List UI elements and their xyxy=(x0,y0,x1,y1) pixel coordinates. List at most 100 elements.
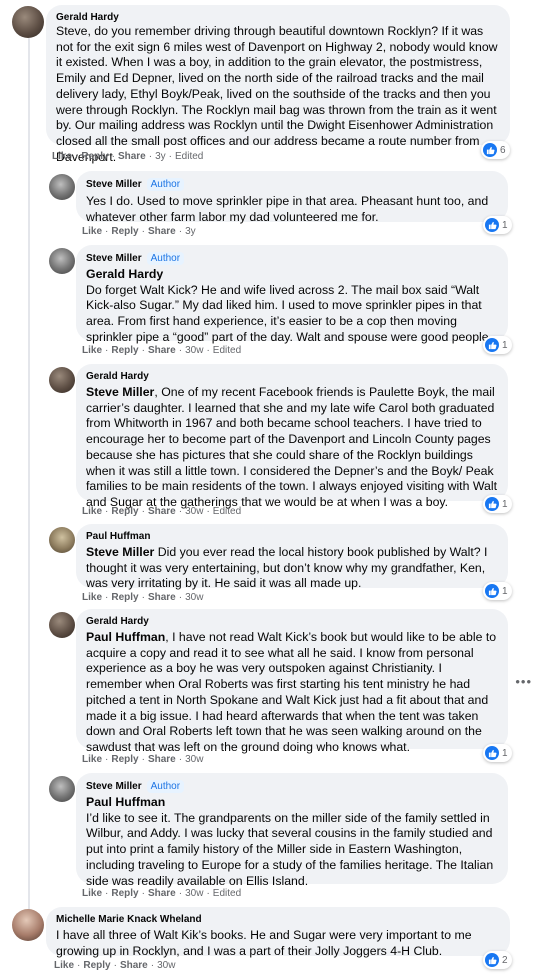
comment-bubble: Gerald Hardy Steve Miller, One of my rec… xyxy=(76,364,508,509)
comment-actions: Like · Reply · Share · 3y · Edited xyxy=(52,151,204,162)
author-badge: Author xyxy=(146,178,185,191)
reply-button[interactable]: Reply xyxy=(111,226,138,237)
timestamp[interactable]: 30w xyxy=(185,888,203,899)
reaction-count[interactable]: 1 xyxy=(483,582,512,600)
share-button[interactable]: Share xyxy=(118,151,146,162)
timestamp[interactable]: 30w xyxy=(185,754,203,765)
timestamp[interactable]: 30w xyxy=(185,506,203,517)
thumbs-up-icon xyxy=(485,746,499,760)
comment-bubble: Michelle Marie Knack Wheland I have all … xyxy=(46,907,510,958)
edited-label[interactable]: Edited xyxy=(213,506,241,517)
comment-author[interactable]: Steve Miller Author xyxy=(86,780,498,793)
avatar[interactable] xyxy=(49,174,75,200)
reply-button[interactable]: Reply xyxy=(111,345,138,356)
comment-text: Do forget Walt Kick? He and wife lived a… xyxy=(86,282,493,344)
reaction-count[interactable]: 6 xyxy=(481,141,510,159)
comment-author[interactable]: Gerald Hardy xyxy=(56,12,500,24)
timestamp[interactable]: 3y xyxy=(155,151,166,162)
thumbs-up-icon xyxy=(485,953,499,967)
author-badge: Author xyxy=(146,780,185,793)
comment-text: Steve Miller, One of my recent Facebook … xyxy=(86,385,497,509)
like-button[interactable]: Like xyxy=(52,151,72,162)
reply-button[interactable]: Reply xyxy=(83,960,110,971)
comment-actions: Like · Reply · Share · 30w · Edited xyxy=(82,888,242,899)
comment-author[interactable]: Michelle Marie Knack Wheland xyxy=(56,914,500,926)
avatar[interactable] xyxy=(12,909,44,941)
share-button[interactable]: Share xyxy=(148,592,176,603)
comment-bubble: Steve Miller Author Yes I do. Used to mov… xyxy=(76,171,508,224)
thumbs-up-icon xyxy=(485,218,499,232)
comment-bubble: Gerald Hardy Steve, do you remember driv… xyxy=(46,5,510,164)
avatar[interactable] xyxy=(49,367,75,393)
reaction-count[interactable]: 1 xyxy=(483,336,512,354)
thumbs-up-icon xyxy=(485,584,499,598)
mention-tag[interactable]: Gerald Hardy xyxy=(86,267,498,283)
comment-text: I’d like to see it. The grandparents on … xyxy=(86,810,494,888)
comment-author[interactable]: Gerald Hardy xyxy=(86,371,498,383)
comment-bubble: Steve Miller Author Gerald Hardy Do forge… xyxy=(76,245,508,344)
comment-bubble: Paul Huffman Steve Miller Did you ever r… xyxy=(76,524,508,590)
comment-text: I have all three of Walt Kik’s books. He… xyxy=(56,928,472,958)
like-button[interactable]: Like xyxy=(82,345,102,356)
reply-button[interactable]: Reply xyxy=(111,506,138,517)
reply-button[interactable]: Reply xyxy=(111,754,138,765)
mention-tag[interactable]: Paul Huffman xyxy=(86,630,165,644)
reaction-count[interactable]: 1 xyxy=(483,744,512,762)
thumbs-up-icon xyxy=(483,143,497,157)
like-button[interactable]: Like xyxy=(82,226,102,237)
avatar[interactable] xyxy=(12,6,44,38)
thumbs-up-icon xyxy=(485,497,499,511)
reaction-count[interactable]: 2 xyxy=(483,951,512,969)
edited-label[interactable]: Edited xyxy=(213,888,241,899)
avatar[interactable] xyxy=(49,527,75,553)
avatar[interactable] xyxy=(49,612,75,638)
reaction-count[interactable]: 1 xyxy=(483,495,512,513)
mention-tag[interactable]: Paul Huffman xyxy=(86,795,498,811)
comment-author[interactable]: Steve Miller Author xyxy=(86,252,498,265)
thumbs-up-icon xyxy=(485,338,499,352)
author-badge: Author xyxy=(146,252,185,265)
comment-text: Steve Miller Did you ever read the local… xyxy=(86,545,488,591)
comment-author[interactable]: Gerald Hardy xyxy=(86,616,498,628)
avatar[interactable] xyxy=(49,248,75,274)
comment-author[interactable]: Steve Miller Author xyxy=(86,178,498,191)
comment-actions: Like · Reply · Share · 30w xyxy=(82,592,204,603)
comment-actions: Like · Reply · Share · 3y xyxy=(82,226,196,237)
reply-button[interactable]: Reply xyxy=(111,592,138,603)
reply-button[interactable]: Reply xyxy=(111,888,138,899)
edited-label[interactable]: Edited xyxy=(175,151,203,162)
like-button[interactable]: Like xyxy=(82,888,102,899)
comment-actions: Like · Reply · Share · 30w xyxy=(82,754,204,765)
timestamp[interactable]: 30w xyxy=(157,960,175,971)
comment-text: Steve, do you remember driving through b… xyxy=(56,24,498,164)
comment-actions: Like · Reply · Share · 30w · Edited xyxy=(82,345,242,356)
timestamp[interactable]: 30w xyxy=(185,345,203,356)
share-button[interactable]: Share xyxy=(120,960,148,971)
comment-text: Paul Huffman, I have not read Walt Kick’… xyxy=(86,630,497,754)
mention-tag[interactable]: Steve Miller xyxy=(86,545,154,559)
share-button[interactable]: Share xyxy=(148,754,176,765)
comment-text: Yes I do. Used to move sprinkler pipe in… xyxy=(86,194,489,224)
like-button[interactable]: Like xyxy=(82,506,102,517)
reaction-count[interactable]: 1 xyxy=(483,216,512,234)
timestamp[interactable]: 30w xyxy=(185,592,203,603)
comment-bubble: Gerald Hardy Paul Huffman, I have not re… xyxy=(76,609,508,754)
share-button[interactable]: Share xyxy=(148,506,176,517)
like-button[interactable]: Like xyxy=(82,754,102,765)
more-options-icon[interactable]: ••• xyxy=(515,674,532,689)
timestamp[interactable]: 3y xyxy=(185,226,196,237)
share-button[interactable]: Share xyxy=(148,345,176,356)
share-button[interactable]: Share xyxy=(148,888,176,899)
comment-author[interactable]: Paul Huffman xyxy=(86,531,498,543)
share-button[interactable]: Share xyxy=(148,226,176,237)
comment-actions: Like · Reply · Share · 30w · Edited xyxy=(82,506,242,517)
thread-line xyxy=(28,38,30,913)
comment-actions: Like · Reply · Share · 30w xyxy=(54,960,176,971)
like-button[interactable]: Like xyxy=(54,960,74,971)
like-button[interactable]: Like xyxy=(82,592,102,603)
comment-bubble: Steve Miller Author Paul Huffman I’d like… xyxy=(76,773,508,888)
avatar[interactable] xyxy=(49,776,75,802)
reply-button[interactable]: Reply xyxy=(81,151,108,162)
edited-label[interactable]: Edited xyxy=(213,345,241,356)
mention-tag[interactable]: Steve Miller xyxy=(86,385,154,399)
